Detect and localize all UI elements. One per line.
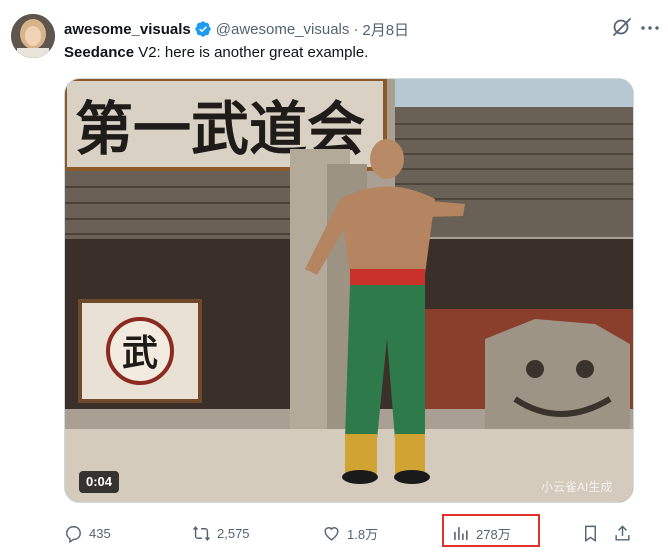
like-button[interactable]: 1.8万 — [322, 515, 378, 551]
repost-button[interactable]: 2,575 — [192, 515, 250, 551]
tweet-header: awesome_visuals @awesome_visuals · 2月8日 — [64, 18, 608, 40]
tweet-date[interactable]: 2月8日 — [362, 19, 409, 40]
like-count: 1.8万 — [347, 526, 379, 542]
ai-watermark: 小云雀AI生成 — [541, 480, 613, 494]
share-icon — [615, 524, 630, 541]
author-name[interactable]: awesome_visuals — [64, 21, 191, 38]
repost-count: 2,575 — [217, 525, 250, 541]
separator-dot: · — [353, 20, 359, 38]
tweet-text-bold: Seedance — [64, 44, 135, 61]
tweet-text-body: V2: here is another great example. — [134, 44, 369, 61]
video-timestamp: 0:04 — [79, 471, 120, 493]
reply-button[interactable]: 435 — [64, 515, 111, 551]
grok-icon[interactable] — [610, 15, 634, 39]
video-frame: 第一武道会 武 — [65, 79, 633, 502]
author-avatar[interactable] — [11, 14, 55, 58]
views-highlight-box — [442, 514, 540, 547]
repost-icon — [193, 525, 210, 541]
like-icon — [324, 526, 339, 541]
verified-badge-icon — [195, 21, 211, 37]
tweet-text: Seedance V2: here is another great examp… — [64, 43, 368, 63]
author-handle[interactable]: @awesome_visuals — [216, 21, 350, 38]
action-bar: 435 2,575 1.8万 278万 — [0, 515, 668, 551]
reply-count: 435 — [89, 525, 111, 541]
bookmark-button[interactable] — [581, 515, 600, 551]
video-player[interactable]: 第一武道会 武 — [64, 78, 634, 503]
banner-char: 武 — [122, 332, 158, 374]
bookmark-icon — [585, 525, 596, 542]
reply-icon — [66, 525, 81, 543]
more-icon[interactable] — [638, 16, 662, 40]
share-button[interactable] — [613, 515, 632, 551]
avatar-image — [11, 14, 55, 58]
